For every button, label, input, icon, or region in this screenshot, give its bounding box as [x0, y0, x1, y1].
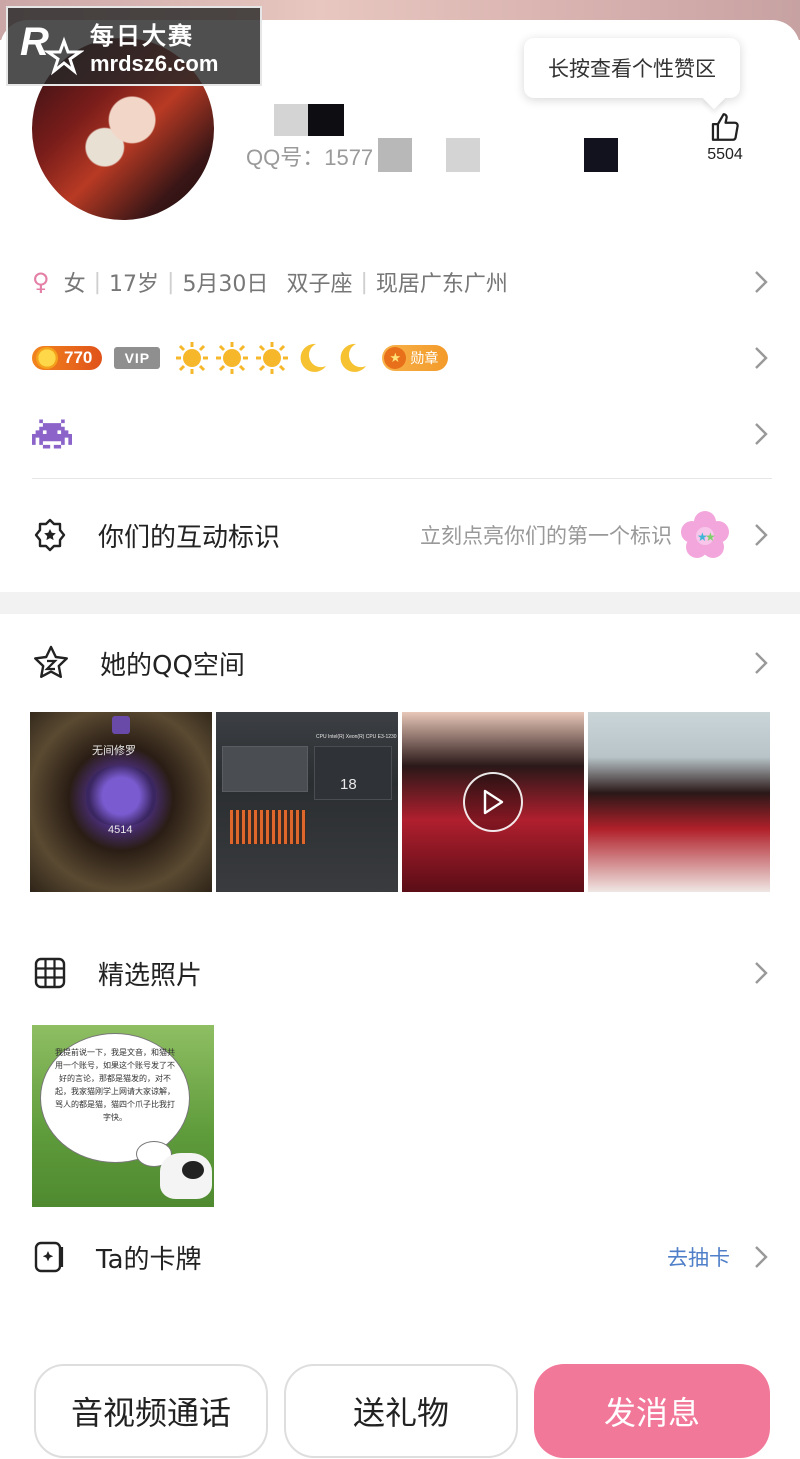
age: 17岁: [109, 272, 160, 297]
like-button[interactable]: 5504: [700, 110, 750, 174]
interaction-mark-row[interactable]: 你们的互动标识 立刻点亮你们的第一个标识 ★ ★: [32, 510, 772, 560]
draw-card-link[interactable]: 去抽卡: [667, 1242, 730, 1272]
chevron-right-icon: [755, 347, 768, 369]
screen-panel: [222, 746, 308, 792]
grid-icon: [34, 957, 66, 989]
like-count: 5504: [707, 146, 743, 163]
chevron-right-icon: [755, 423, 768, 445]
separator: |: [360, 269, 368, 295]
game-badge-icon: [112, 716, 130, 734]
birthday: 5月30日: [182, 272, 269, 297]
qzone-photo[interactable]: [588, 712, 770, 892]
svg-text:★: ★: [705, 530, 716, 544]
dragon-icon: [86, 766, 156, 826]
thumb-up-icon: [711, 113, 739, 141]
like-zone-tooltip: 长按查看个性赞区: [524, 38, 740, 98]
qzone-photo[interactable]: CPU Intel(R) Xeon(R) CPU E3-1230 18: [216, 712, 398, 892]
pet-row[interactable]: [32, 412, 772, 456]
basic-info-row[interactable]: ♀ 女 | 17岁 | 5月30日 双子座 | 现居广东广州: [32, 262, 772, 302]
section-gap: [0, 592, 800, 614]
id-mosaic: [378, 138, 412, 172]
qzone-title: 她的QQ空间: [100, 650, 245, 681]
chart-panel: [230, 810, 306, 844]
qzone-photo[interactable]: 无间修罗 4514: [30, 712, 212, 892]
separator: |: [167, 269, 175, 295]
featured-photo[interactable]: 我提前说一下，我是文音，和猫共用一个账号，如果这个账号发了不好的言论，那都是猫发…: [32, 1025, 214, 1207]
play-icon: [483, 789, 504, 815]
svg-text:R: R: [20, 20, 49, 64]
moon-icon: [340, 343, 367, 372]
cards-row[interactable]: Ta的卡牌 去抽卡: [32, 1234, 772, 1280]
flower-icon: ★★: [681, 511, 729, 558]
coin-badge[interactable]: 770: [32, 346, 103, 370]
sun-icon: [256, 342, 289, 374]
coin-icon: [36, 347, 58, 369]
sun-icon: [176, 342, 209, 374]
qzone-row[interactable]: 她的QQ空间: [32, 640, 772, 686]
watermark-url: mrdsz6.com: [90, 50, 219, 76]
play-button[interactable]: [463, 772, 523, 832]
coin-value: 770: [64, 348, 93, 367]
female-icon: ♀: [32, 268, 50, 296]
sun-icon: [216, 342, 249, 374]
featured-photos-title: 精选照片: [98, 960, 203, 991]
vip-badge[interactable]: VIP: [114, 347, 161, 369]
divider: [32, 478, 772, 479]
cat-spot: [182, 1161, 204, 1179]
watermark-title: 每日大赛: [90, 21, 194, 50]
location: 现居广东广州: [375, 272, 508, 297]
id-mosaic: [584, 138, 618, 172]
bottom-action-bar: 音视频通话 送礼物 发消息: [0, 1364, 800, 1459]
moon-icon: [300, 343, 327, 372]
photo-stat: 18: [340, 776, 357, 793]
chevron-right-icon: [755, 271, 768, 293]
chevron-right-icon: [755, 962, 768, 984]
qzone-video[interactable]: [402, 712, 584, 892]
interaction-hint: 立刻点亮你们的第一个标识: [420, 524, 672, 548]
card-icon: [34, 1241, 64, 1273]
name-mosaic: [274, 104, 308, 136]
badge-star-icon: [34, 518, 66, 552]
zodiac: 双子座: [286, 272, 353, 297]
star-icon: ★: [384, 347, 407, 369]
featured-photos-row[interactable]: 精选照片: [32, 950, 772, 996]
photo-caption: 无间修罗: [92, 745, 136, 757]
id-mosaic: [446, 138, 480, 172]
medal-label: 勋章: [410, 351, 439, 367]
photo-score: 4514: [108, 824, 133, 836]
send-gift-button[interactable]: 送礼物: [284, 1364, 518, 1458]
cards-title: Ta的卡牌: [96, 1244, 202, 1275]
photo-caption: CPU Intel(R) Xeon(R) CPU E3-1230: [316, 734, 397, 740]
chevron-right-icon: [755, 652, 768, 674]
qzone-photo-grid: 无间修罗 4514 CPU Intel(R) Xeon(R) CPU E3-12…: [30, 712, 770, 892]
video-call-button[interactable]: 音视频通话: [34, 1364, 268, 1458]
name-mosaic: [308, 104, 344, 136]
speech-bubble: 我提前说一下，我是文音，和猫共用一个账号，如果这个账号发了不好的言论，那都是猫发…: [40, 1033, 190, 1163]
watermark-logo: R: [14, 11, 85, 81]
medal-badge[interactable]: ★ 勋章: [382, 345, 449, 371]
separator: |: [93, 269, 102, 295]
badges-row[interactable]: 770 VIP ★ 勋章: [32, 336, 772, 380]
qq-number: QQ号：1577: [246, 145, 374, 170]
interaction-title: 你们的互动标识: [98, 522, 281, 553]
watermark: R 每日大赛 mrdsz6.com: [6, 6, 262, 86]
chevron-right-icon: [755, 1246, 768, 1268]
chevron-right-icon: [755, 524, 768, 546]
gender: 女: [63, 272, 86, 297]
space-invader-icon: [32, 419, 72, 449]
qzone-star-icon: [34, 645, 68, 678]
send-message-button[interactable]: 发消息: [534, 1364, 770, 1458]
